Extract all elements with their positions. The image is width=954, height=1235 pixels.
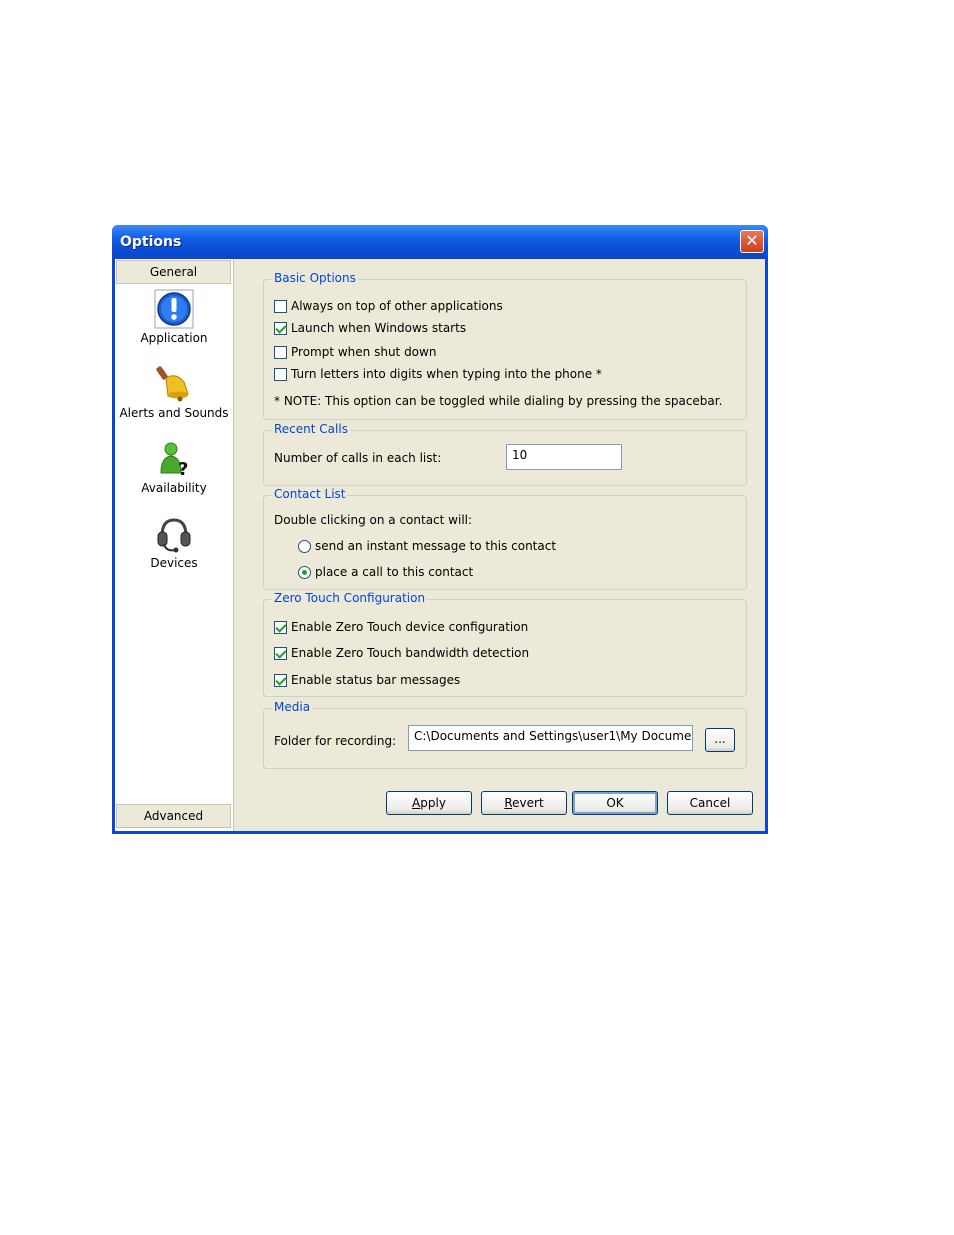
checkbox-box[interactable] [274,300,287,313]
options-window: Options ✕ General Application Alerts and… [112,225,768,834]
sidebar-item-label: Alerts and Sounds [119,406,229,420]
checkbox-box[interactable] [274,368,287,381]
zero-touch-device-checkbox[interactable]: Enable Zero Touch device configuration [274,620,528,634]
sidebar-item-availability[interactable]: ? Availability [115,439,233,495]
checkbox-label: Always on top of other applications [291,299,503,313]
checkbox-label: Launch when Windows starts [291,321,467,335]
letters-to-digits-checkbox[interactable]: Turn letters into digits when typing int… [274,367,602,381]
close-button[interactable]: ✕ [740,230,764,253]
basic-options-group: Basic Options Always on top of other app… [263,271,747,420]
headset-icon [154,514,194,554]
radio-label: send an instant message to this contact [315,539,557,553]
group-title: Recent Calls [272,422,350,436]
checkbox-label: Prompt when shut down [291,345,437,359]
checkbox-box[interactable] [274,674,287,687]
sidebar-item-label: Availability [141,481,207,495]
radio-circle[interactable] [298,566,311,579]
group-title: Basic Options [272,271,358,285]
close-icon: ✕ [745,231,759,250]
group-title: Contact List [272,487,348,501]
always-on-top-checkbox[interactable]: Always on top of other applications [274,299,503,313]
group-title: Media [272,700,313,714]
checkbox-box[interactable] [274,647,287,660]
double-click-label: Double clicking on a contact will: [274,513,473,527]
sidebar: General Application Alerts and Sounds ? … [115,259,234,831]
window-title: Options [120,234,182,250]
ok-button[interactable]: OK [572,791,658,815]
revert-button[interactable]: Revert [481,791,567,815]
prompt-shutdown-checkbox[interactable]: Prompt when shut down [274,345,436,359]
apply-button[interactable]: Apply [386,791,472,815]
checkbox-box[interactable] [274,322,287,335]
place-call-radio[interactable]: place a call to this contact [298,565,473,579]
sidebar-item-label: Application [140,331,208,345]
sidebar-item-label: Devices [150,556,198,570]
cancel-button[interactable]: Cancel [667,791,753,815]
send-im-radio[interactable]: send an instant message to this contact [298,539,556,553]
info-icon [154,289,194,329]
launch-on-startup-checkbox[interactable]: Launch when Windows starts [274,321,466,335]
sidebar-item-devices[interactable]: Devices [115,514,233,570]
recording-folder-label: Folder for recording: [274,734,397,748]
sidebar-item-alerts-and-sounds[interactable]: Alerts and Sounds [115,364,233,420]
checkbox-box[interactable] [274,621,287,634]
calls-count-input[interactable]: 10 [506,444,622,470]
media-group: Media Folder for recording: C:\Documents… [263,700,747,769]
checkbox-label: Turn letters into digits when typing int… [291,367,602,381]
apply-label: pply [420,796,446,810]
contact-list-group: Contact List Double clicking on a contac… [263,487,747,590]
recent-calls-group: Recent Calls Number of calls in each lis… [263,422,747,486]
checkbox-box[interactable] [274,346,287,359]
sidebar-header-general[interactable]: General [116,260,231,284]
revert-label: evert [512,796,544,810]
dialog-client: General Application Alerts and Sounds ? … [115,259,765,831]
title-bar[interactable]: Options ✕ [112,225,768,259]
revert-mnemonic: R [504,796,513,810]
status-bar-messages-checkbox[interactable]: Enable status bar messages [274,673,460,687]
bell-icon [154,364,194,404]
browse-folder-button[interactable]: ... [705,728,735,752]
group-title: Zero Touch Configuration [272,591,428,605]
sidebar-header-advanced[interactable]: Advanced [116,804,231,828]
checkbox-label: Enable status bar messages [291,673,461,687]
checkbox-label: Enable Zero Touch bandwidth detection [291,646,530,660]
sidebar-item-application[interactable]: Application [115,289,233,345]
zero-touch-bandwidth-checkbox[interactable]: Enable Zero Touch bandwidth detection [274,646,529,660]
radio-label: place a call to this contact [315,565,474,579]
svg-text:?: ? [178,459,188,479]
recording-folder-input[interactable]: C:\Documents and Settings\user1\My Docum… [408,725,693,751]
spacebar-note: * NOTE: This option can be toggled while… [274,394,723,408]
availability-icon: ? [154,439,194,480]
radio-circle[interactable] [298,540,311,553]
zero-touch-group: Zero Touch Configuration Enable Zero Tou… [263,591,747,697]
calls-count-label: Number of calls in each list: [274,451,442,465]
checkbox-label: Enable Zero Touch device configuration [291,620,529,634]
